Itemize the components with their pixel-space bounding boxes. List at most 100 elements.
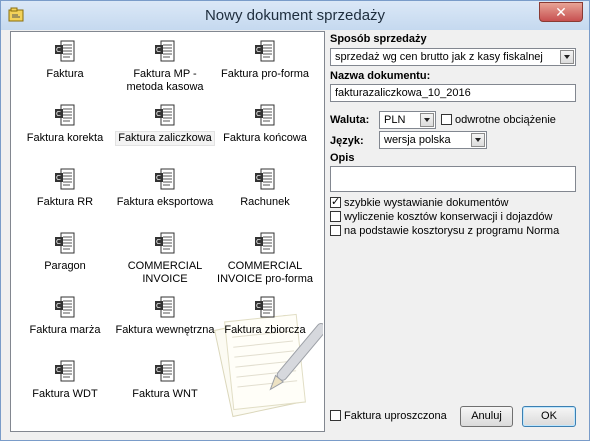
doc-type-item[interactable]: C Paragon: [15, 231, 115, 273]
currency-value: PLN: [384, 114, 406, 126]
cancel-button-label: Anuluj: [471, 410, 502, 422]
svg-text:C: C: [56, 366, 61, 374]
doc-type-item[interactable]: C Faktura RR: [15, 167, 115, 209]
document-icon: C: [155, 168, 175, 190]
doc-type-item[interactable]: C Faktura eksportowa: [115, 167, 215, 209]
chevron-down-icon[interactable]: [560, 50, 574, 64]
document-icon: C: [55, 104, 75, 126]
description-input[interactable]: [330, 166, 576, 192]
option-label: na podstawie kosztorysu z programu Norma: [344, 225, 560, 237]
document-icon: C: [55, 232, 75, 254]
doc-type-item[interactable]: C Rachunek: [215, 167, 315, 209]
doc-type-item[interactable]: C COMMERCIAL INVOICE: [115, 231, 215, 286]
doc-type-item[interactable]: C Faktura WDT: [15, 359, 115, 401]
document-icon: C: [55, 40, 75, 62]
doc-type-item[interactable]: C COMMERCIAL INVOICE pro-forma: [215, 231, 315, 286]
doc-type-label: Faktura WNT: [132, 388, 198, 400]
currency-label: Waluta:: [330, 114, 370, 126]
doc-type-label: Faktura MP - metoda kasowa: [126, 68, 204, 93]
doc-type-item[interactable]: C Faktura: [15, 39, 115, 81]
close-button[interactable]: ✕: [539, 2, 583, 22]
doc-type-label: Faktura zaliczkowa: [115, 131, 215, 146]
option-label: wyliczenie kosztów konserwacji i dojazdó…: [344, 211, 553, 223]
document-icon: C: [155, 232, 175, 254]
reverse-charge-label: odwrotne obciążenie: [455, 114, 556, 126]
doc-type-label: Faktura korekta: [26, 132, 104, 144]
doc-type-item[interactable]: C Faktura marża: [15, 295, 115, 337]
sales-method-select[interactable]: sprzedaż wg cen brutto jak z kasy fiskal…: [330, 48, 576, 66]
document-icon: C: [155, 40, 175, 62]
doc-type-label: Paragon: [44, 260, 86, 272]
cancel-button[interactable]: Anuluj: [460, 406, 513, 427]
language-label: Język:: [330, 135, 364, 147]
ok-button-label: OK: [541, 410, 557, 422]
simplified-invoice-label: Faktura uproszczona: [344, 410, 447, 422]
ok-button[interactable]: OK: [522, 406, 576, 427]
dialog-window: Nowy dokument sprzedaży ✕ C Faktura C Fa…: [0, 0, 590, 441]
doc-name-input[interactable]: fakturazaliczkowa_10_2016: [330, 84, 576, 102]
sales-method-value: sprzedaż wg cen brutto jak z kasy fiskal…: [335, 51, 543, 63]
doc-type-label: Faktura WDT: [32, 388, 98, 400]
svg-text:C: C: [56, 174, 61, 182]
checkbox-box[interactable]: [441, 114, 452, 125]
doc-name-label: Nazwa dokumentu:: [330, 70, 431, 82]
doc-type-item[interactable]: C Faktura korekta: [15, 103, 115, 145]
svg-text:C: C: [256, 238, 261, 246]
doc-type-label: Faktura marża: [29, 324, 101, 336]
doc-type-label: Faktura RR: [36, 196, 94, 208]
doc-type-item[interactable]: C Faktura końcowa: [215, 103, 315, 145]
document-icon: C: [155, 104, 175, 126]
svg-text:C: C: [156, 302, 161, 310]
doc-type-label: Faktura: [46, 68, 84, 80]
doc-type-label: Faktura pro-forma: [220, 68, 310, 80]
description-label: Opis: [330, 152, 355, 164]
doc-type-item[interactable]: C Faktura pro-forma: [215, 39, 315, 81]
document-icon: C: [155, 360, 175, 382]
svg-text:C: C: [156, 238, 161, 246]
window-title: Nowy dokument sprzedaży: [204, 7, 386, 24]
doc-type-label: Rachunek: [240, 196, 290, 208]
document-icon: C: [255, 40, 275, 62]
checkbox-box[interactable]: [330, 196, 341, 208]
document-icon: C: [255, 168, 275, 190]
svg-text:C: C: [256, 46, 261, 54]
svg-text:C: C: [256, 302, 261, 310]
language-value: wersja polska: [384, 134, 451, 146]
language-select[interactable]: wersja polska: [379, 131, 487, 149]
doc-type-item[interactable]: C Faktura MP - metoda kasowa: [115, 39, 215, 94]
doc-type-item[interactable]: C Faktura zbiorcza: [215, 295, 315, 337]
document-icon: C: [55, 296, 75, 318]
document-icon: C: [255, 296, 275, 318]
checkbox-box[interactable]: [330, 211, 341, 222]
chevron-down-icon[interactable]: [471, 133, 485, 147]
currency-select[interactable]: PLN: [379, 111, 436, 129]
doc-type-label: Faktura wewnętrzna: [115, 324, 215, 336]
svg-text:C: C: [256, 110, 261, 118]
dialog-body: C Faktura C Faktura MP - metoda kasowa C Fakt…: [8, 30, 582, 435]
document-type-list[interactable]: C Faktura C Faktura MP - metoda kasowa C Fakt…: [10, 31, 325, 432]
svg-text:C: C: [156, 366, 161, 374]
document-icon: C: [55, 168, 75, 190]
doc-name-value: fakturazaliczkowa_10_2016: [335, 87, 471, 99]
svg-text:C: C: [56, 46, 61, 54]
title-bar[interactable]: Nowy dokument sprzedaży ✕: [1, 1, 589, 30]
doc-type-label: COMMERCIAL INVOICE: [127, 260, 203, 285]
document-icon: C: [155, 296, 175, 318]
doc-type-label: COMMERCIAL INVOICE pro-forma: [217, 260, 313, 285]
doc-type-item[interactable]: C Faktura WNT: [115, 359, 215, 401]
svg-text:C: C: [156, 174, 161, 182]
checkbox-box[interactable]: [330, 410, 341, 421]
svg-text:C: C: [56, 110, 61, 118]
option-label: szybkie wystawianie dokumentów: [344, 197, 509, 209]
svg-text:C: C: [156, 46, 161, 54]
doc-type-label: Faktura eksportowa: [116, 196, 214, 208]
doc-type-label: Faktura zbiorcza: [224, 324, 306, 336]
doc-type-label: Faktura końcowa: [223, 132, 307, 144]
doc-type-item[interactable]: C Faktura wewnętrzna: [115, 295, 215, 337]
chevron-down-icon[interactable]: [420, 113, 434, 127]
sales-method-label: Sposób sprzedaży: [330, 33, 427, 45]
doc-type-item[interactable]: C Faktura zaliczkowa: [115, 103, 215, 146]
document-icon: C: [255, 232, 275, 254]
checkbox-box[interactable]: [330, 225, 341, 236]
svg-text:C: C: [56, 302, 61, 310]
